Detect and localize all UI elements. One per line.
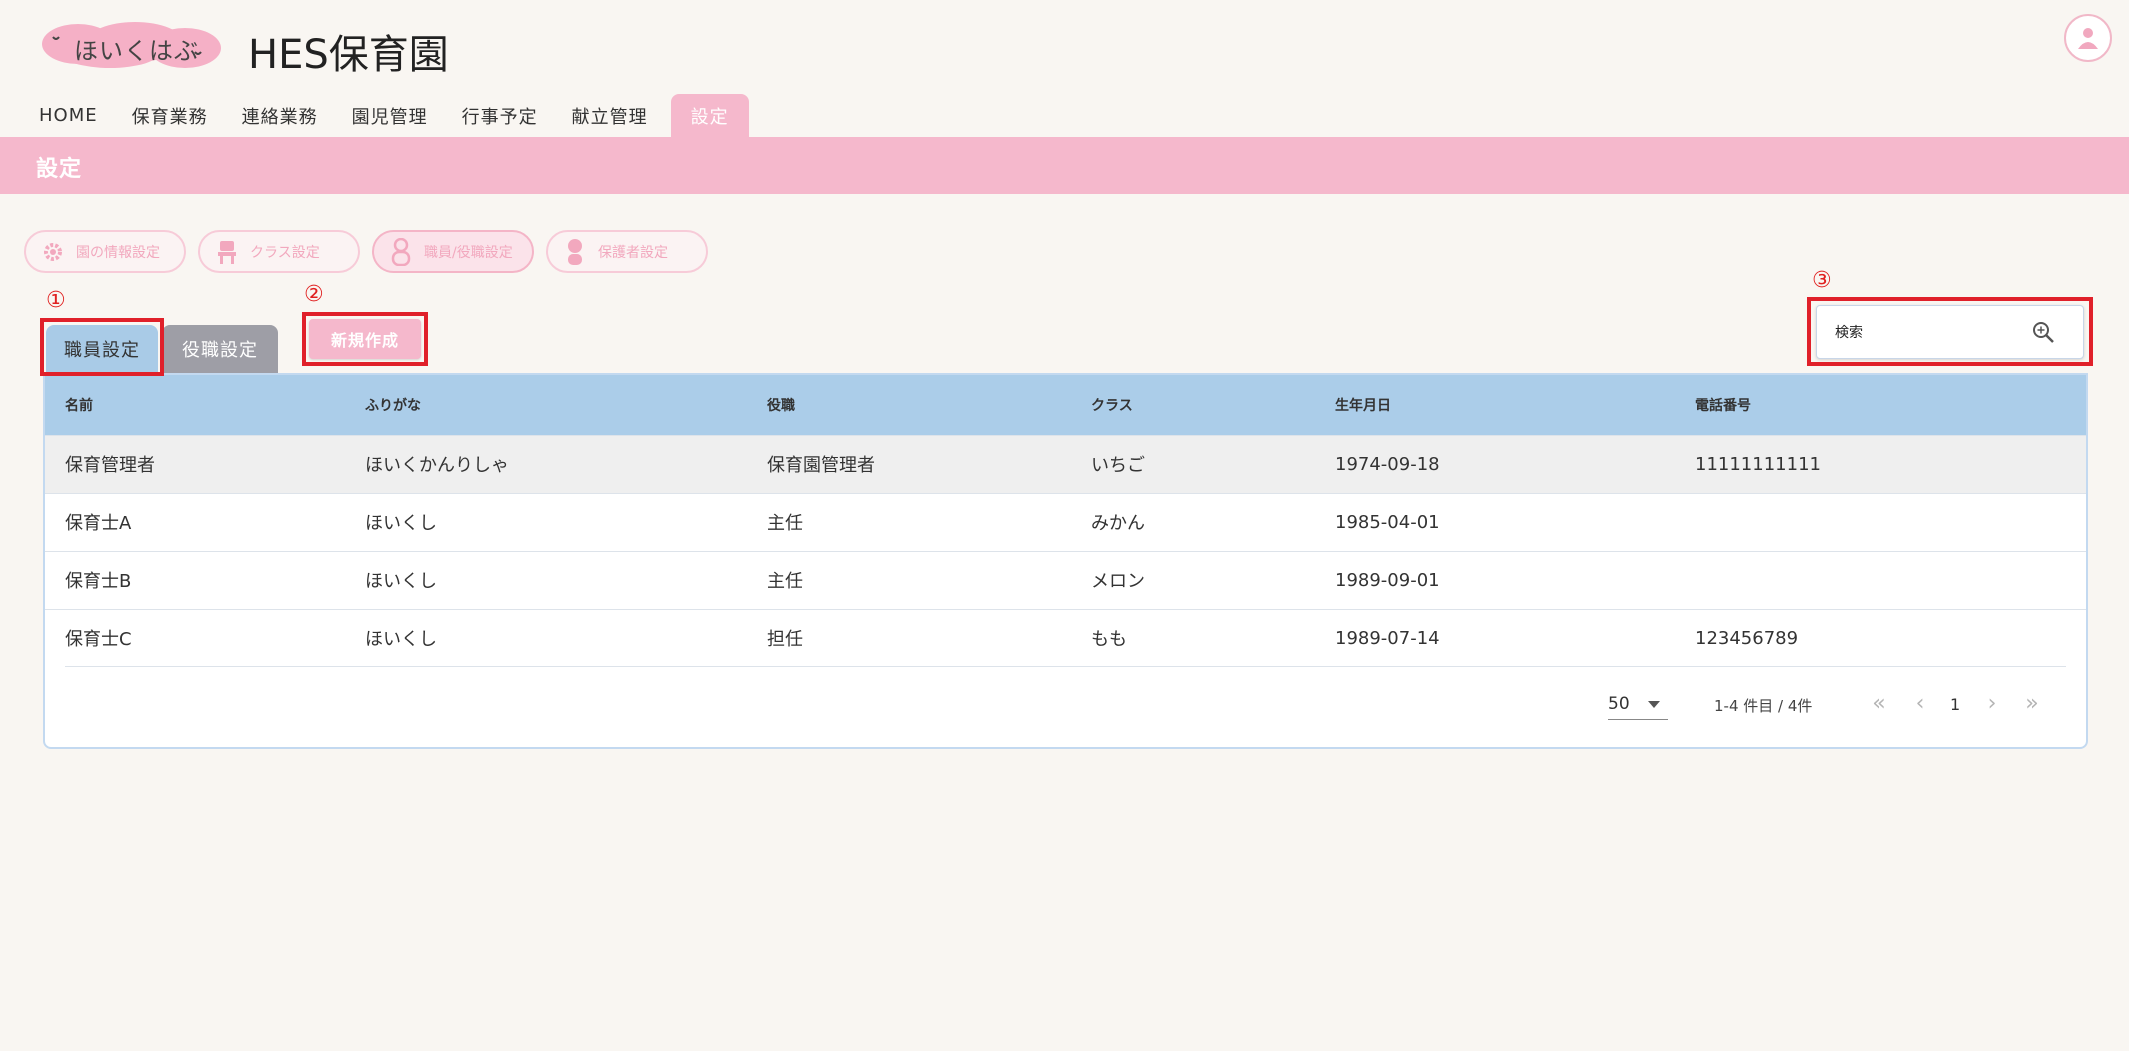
settings-guardian-button[interactable]: 保護者設定 xyxy=(546,230,708,273)
pagination-range: 1-4 件目 / 4件 xyxy=(1714,697,1813,715)
annotation-box-2 xyxy=(302,312,428,366)
table-row[interactable]: 保育管理者 ほいくかんりしゃ 保育園管理者 いちご 1974-09-18 111… xyxy=(45,435,2086,493)
settings-school-info-label: 園の情報設定 xyxy=(76,244,160,261)
table-row[interactable]: 保育士B ほいくし 主任 メロン 1989-09-01 xyxy=(45,551,2086,609)
annotation-2: ② xyxy=(304,282,324,307)
column-header-name[interactable]: 名前 xyxy=(45,375,345,435)
pagination-divider xyxy=(65,666,2066,667)
cell-class: いちご xyxy=(1091,455,1145,476)
page-banner: 設定 xyxy=(0,137,2129,194)
chair-icon xyxy=(214,239,240,265)
main-nav: HOME 保育業務 連絡業務 園児管理 行事予定 献立管理 設定 xyxy=(22,94,749,137)
first-page-icon[interactable]: « xyxy=(1864,688,1894,718)
table-row[interactable]: 保育士C ほいくし 担任 もも 1989-07-14 123456789 xyxy=(45,609,2086,667)
cell-name: 保育士A xyxy=(65,513,132,534)
cell-phone xyxy=(1675,551,2086,609)
annotation-box-1 xyxy=(40,318,164,376)
per-page-value: 50 xyxy=(1608,693,1630,714)
cell-class: もも xyxy=(1091,629,1127,651)
caret-down-icon xyxy=(1648,701,1660,708)
settings-staff-role-label: 職員/役職設定 xyxy=(424,244,513,261)
cell-name: 保育士C xyxy=(65,629,132,651)
logo-text: ほいくはぶ xyxy=(74,37,199,65)
annotation-1: ① xyxy=(46,288,66,313)
table-row[interactable]: 保育士A ほいくし 主任 みかん 1985-04-01 xyxy=(45,493,2086,551)
tab-role-settings[interactable]: 役職設定 xyxy=(162,325,278,373)
cell-position: 主任 xyxy=(767,513,803,534)
cell-position: 主任 xyxy=(767,571,803,592)
column-header-birthdate[interactable]: 生年月日 xyxy=(1315,375,1675,435)
user-icon xyxy=(2078,28,2098,49)
per-page-select[interactable]: 50 xyxy=(1608,688,1668,720)
cell-phone: 11111111111 xyxy=(1695,453,1821,475)
settings-class-button[interactable]: クラス設定 xyxy=(198,230,360,273)
pagination: 50 1-4 件目 / 4件 « ‹ 1 › » xyxy=(45,666,2086,746)
cell-birthdate: 1989-07-14 xyxy=(1335,627,1440,649)
nav-children-management[interactable]: 園児管理 xyxy=(335,94,445,137)
nav-contact-work[interactable]: 連絡業務 xyxy=(225,94,335,137)
current-page-number[interactable]: 1 xyxy=(1950,695,1960,714)
page-title: 設定 xyxy=(36,157,83,182)
cell-birthdate: 1989-09-01 xyxy=(1335,569,1440,591)
settings-school-info-button[interactable]: 園の情報設定 xyxy=(24,230,186,273)
staff-icon xyxy=(388,237,414,266)
annotation-3: ③ xyxy=(1812,268,1832,293)
cell-class: みかん xyxy=(1091,513,1145,534)
cell-furigana: ほいくし xyxy=(365,629,437,651)
settings-guardian-label: 保護者設定 xyxy=(598,244,668,261)
nav-home[interactable]: HOME xyxy=(22,94,115,137)
next-page-icon[interactable]: › xyxy=(1977,688,2007,718)
cell-phone xyxy=(1675,493,2086,551)
cell-furigana: ほいくかんりしゃ xyxy=(365,455,509,476)
cell-position: 担任 xyxy=(767,629,803,651)
cell-birthdate: 1974-09-18 xyxy=(1335,453,1440,475)
cell-name: 保育管理者 xyxy=(65,455,155,476)
staff-table: 名前 ふりがな 役職 クラス 生年月日 電話番号 保育管理者 ほいくかんりしゃ … xyxy=(45,375,2086,667)
cell-furigana: ほいくし xyxy=(365,513,437,534)
cell-birthdate: 1985-04-01 xyxy=(1335,511,1440,533)
last-page-icon[interactable]: » xyxy=(2017,688,2047,718)
cell-class: メロン xyxy=(1091,571,1145,592)
staff-table-container: 名前 ふりがな 役職 クラス 生年月日 電話番号 保育管理者 ほいくかんりしゃ … xyxy=(43,373,2088,749)
user-avatar-button[interactable] xyxy=(2064,14,2112,62)
guardian-icon xyxy=(562,238,588,265)
column-header-class[interactable]: クラス xyxy=(1071,375,1315,435)
column-header-furigana[interactable]: ふりがな xyxy=(345,375,747,435)
app-logo[interactable]: ほいくはぶ xyxy=(40,22,222,70)
nav-childcare-work[interactable]: 保育業務 xyxy=(115,94,225,137)
cell-name: 保育士B xyxy=(65,571,132,592)
column-header-position[interactable]: 役職 xyxy=(747,375,1071,435)
settings-class-label: クラス設定 xyxy=(250,244,320,261)
cell-position: 保育園管理者 xyxy=(767,455,875,476)
cell-phone: 123456789 xyxy=(1695,627,1799,649)
nav-menu-management[interactable]: 献立管理 xyxy=(555,94,665,137)
column-header-phone[interactable]: 電話番号 xyxy=(1675,375,2086,435)
gear-icon xyxy=(40,239,66,265)
nav-settings[interactable]: 設定 xyxy=(670,94,749,137)
settings-staff-role-button[interactable]: 職員/役職設定 xyxy=(372,230,534,273)
table-header-row: 名前 ふりがな 役職 クラス 生年月日 電話番号 xyxy=(45,375,2086,435)
nav-event-schedule[interactable]: 行事予定 xyxy=(445,94,555,137)
app-title: HES保育園 xyxy=(248,32,449,78)
prev-page-icon[interactable]: ‹ xyxy=(1905,688,1935,718)
annotation-box-3 xyxy=(1807,297,2093,366)
cell-furigana: ほいくし xyxy=(365,571,437,592)
